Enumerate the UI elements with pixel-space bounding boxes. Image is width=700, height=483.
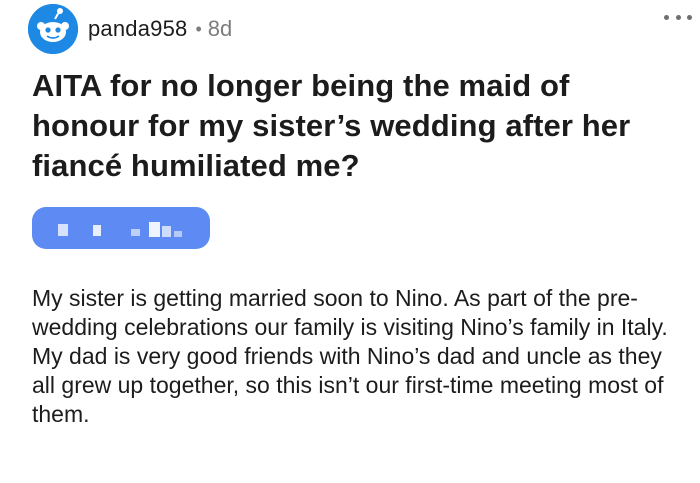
more-horizontal-icon: [675, 14, 681, 20]
flair-obscured-block: [131, 229, 140, 236]
reddit-snoo-avatar-icon: [28, 4, 78, 54]
post-header: panda958 • 8d: [28, 4, 672, 54]
flair-obscured-block: [93, 225, 101, 236]
meta-separator: •: [195, 19, 202, 39]
author-username[interactable]: panda958: [88, 16, 187, 42]
post-card: panda958 • 8d AITA for no longer being t…: [0, 0, 700, 483]
more-options-button[interactable]: [664, 8, 692, 26]
flair-obscured-block: [149, 222, 160, 237]
post-age: 8d: [207, 16, 233, 41]
more-horizontal-icon: [664, 14, 669, 20]
flair-obscured-block: [174, 231, 182, 237]
more-horizontal-icon: [687, 14, 692, 20]
user-avatar[interactable]: [28, 4, 78, 54]
post-flair[interactable]: [32, 207, 210, 249]
post-body: My sister is getting married soon to Nin…: [32, 285, 668, 427]
flair-obscured-block: [162, 226, 171, 237]
post-title[interactable]: AITA for no longer being the maid of hon…: [32, 66, 672, 186]
flair-label: [32, 207, 33, 208]
flair-obscured-block: [58, 224, 68, 236]
